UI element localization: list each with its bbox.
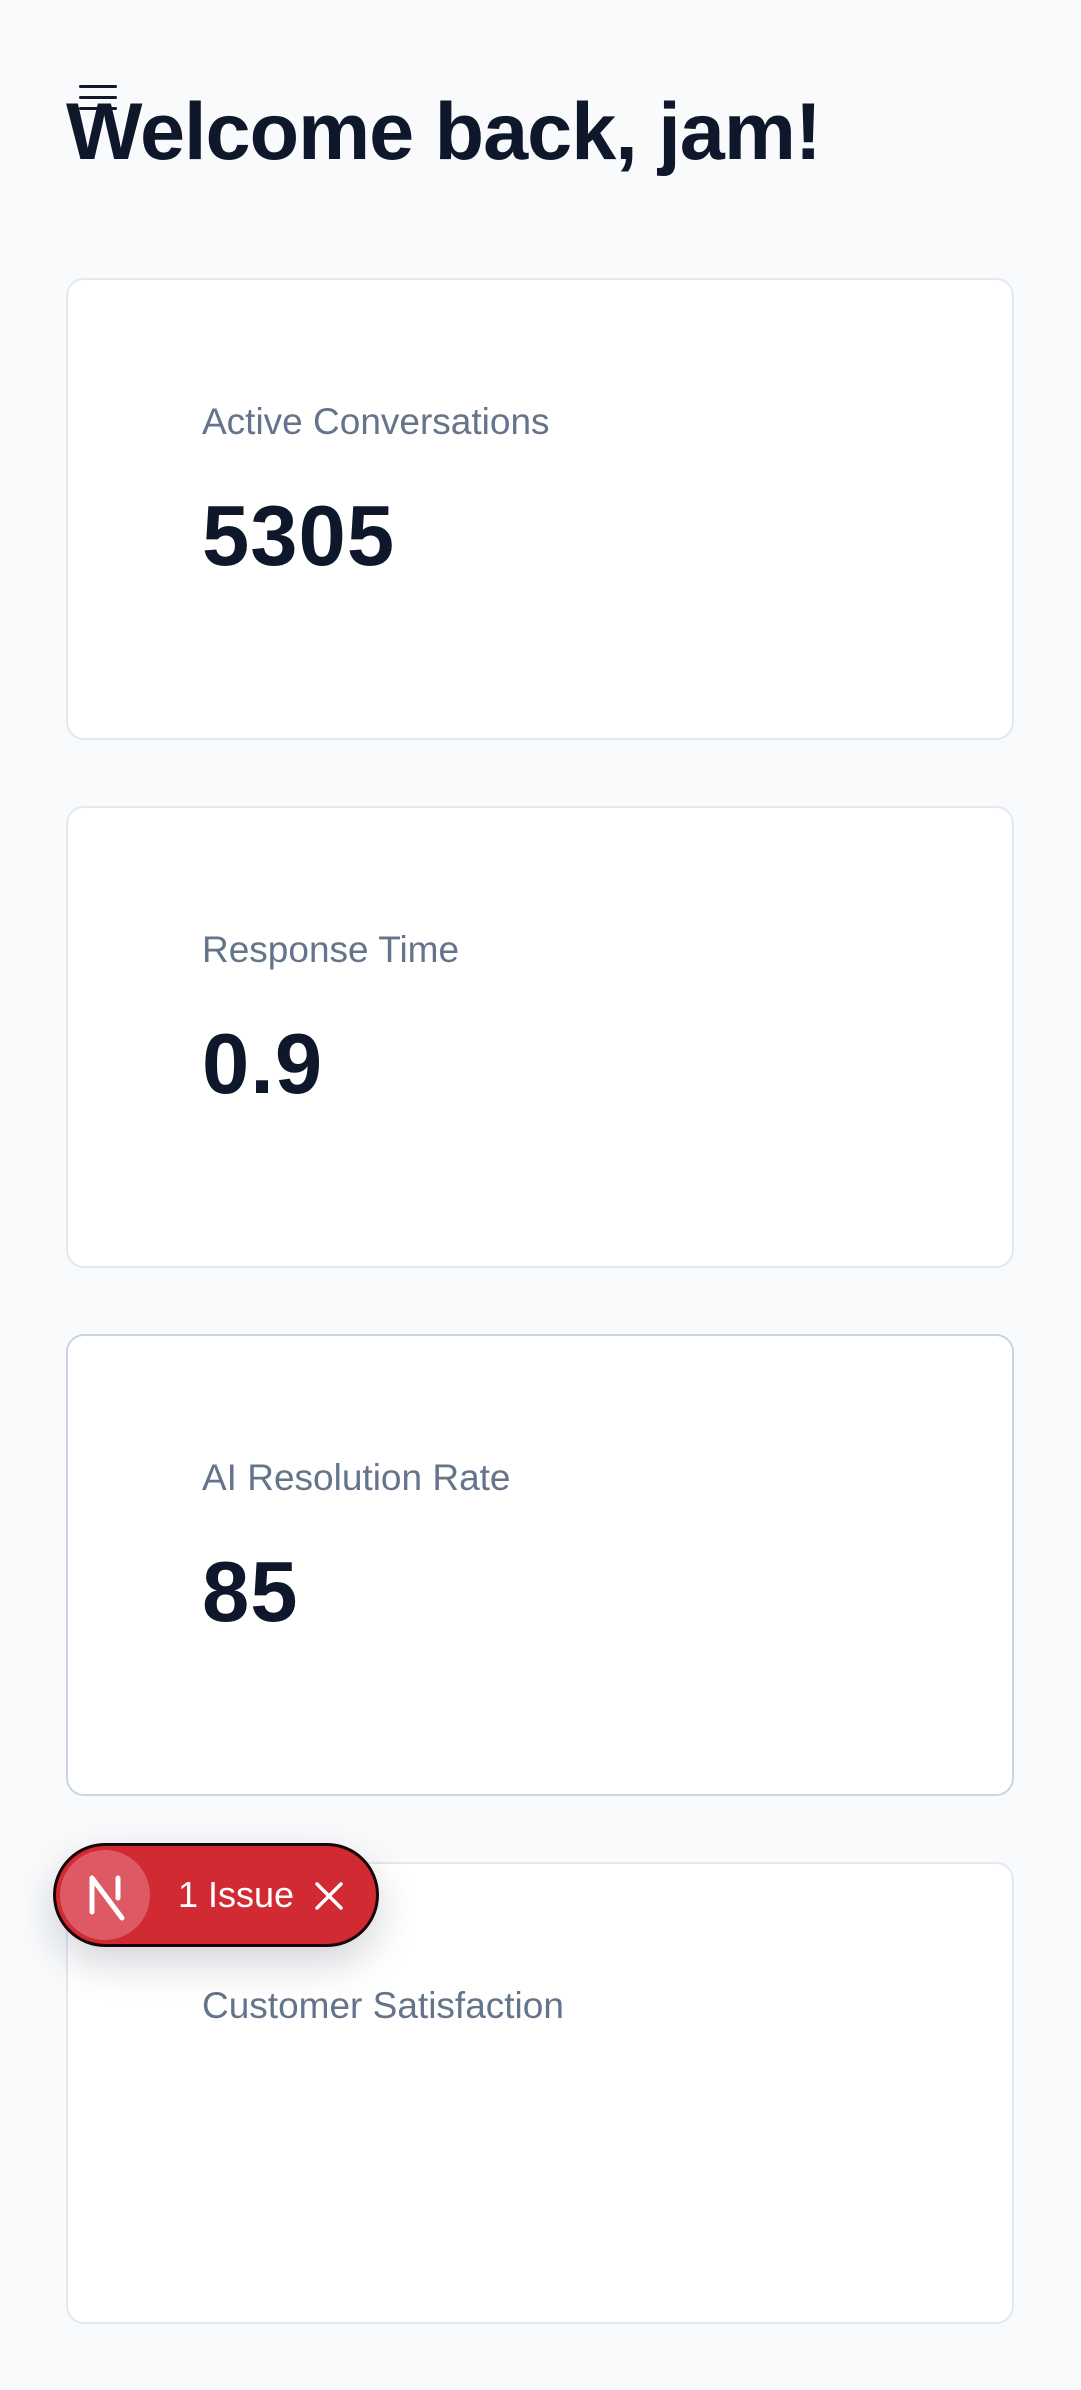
stat-label: Active Conversations <box>202 401 550 442</box>
hamburger-menu-icon-bar-2 <box>79 96 117 99</box>
stat-card-response-time: Response Time 0.9 <box>66 806 1014 1268</box>
stat-label: AI Resolution Rate <box>202 1457 511 1498</box>
nextjs-logo-icon <box>60 1850 150 1940</box>
stat-card-active-conversations: Active Conversations 5305 <box>66 278 1014 740</box>
stat-label: Customer Satisfaction <box>202 1985 564 2026</box>
stat-label: Response Time <box>202 929 460 970</box>
stats-card-list: Active Conversations 5305 Response Time … <box>66 278 1014 2390</box>
stat-card-ai-resolution-rate: AI Resolution Rate 85 <box>66 1334 1014 1796</box>
menu-toggle-button[interactable] <box>76 82 120 120</box>
issues-badge[interactable]: 1 Issue <box>53 1843 379 1947</box>
close-icon[interactable] <box>311 1878 347 1914</box>
page-title: Welcome back, jam! <box>66 87 822 177</box>
stat-value: 5305 <box>202 489 396 584</box>
stat-value: 85 <box>202 1545 299 1640</box>
hamburger-menu-icon-bar-1 <box>79 85 117 88</box>
stat-value: 0.9 <box>202 1017 324 1112</box>
hamburger-menu-icon-bar-3 <box>79 107 117 110</box>
issues-count-label: 1 Issue <box>178 1874 295 1915</box>
